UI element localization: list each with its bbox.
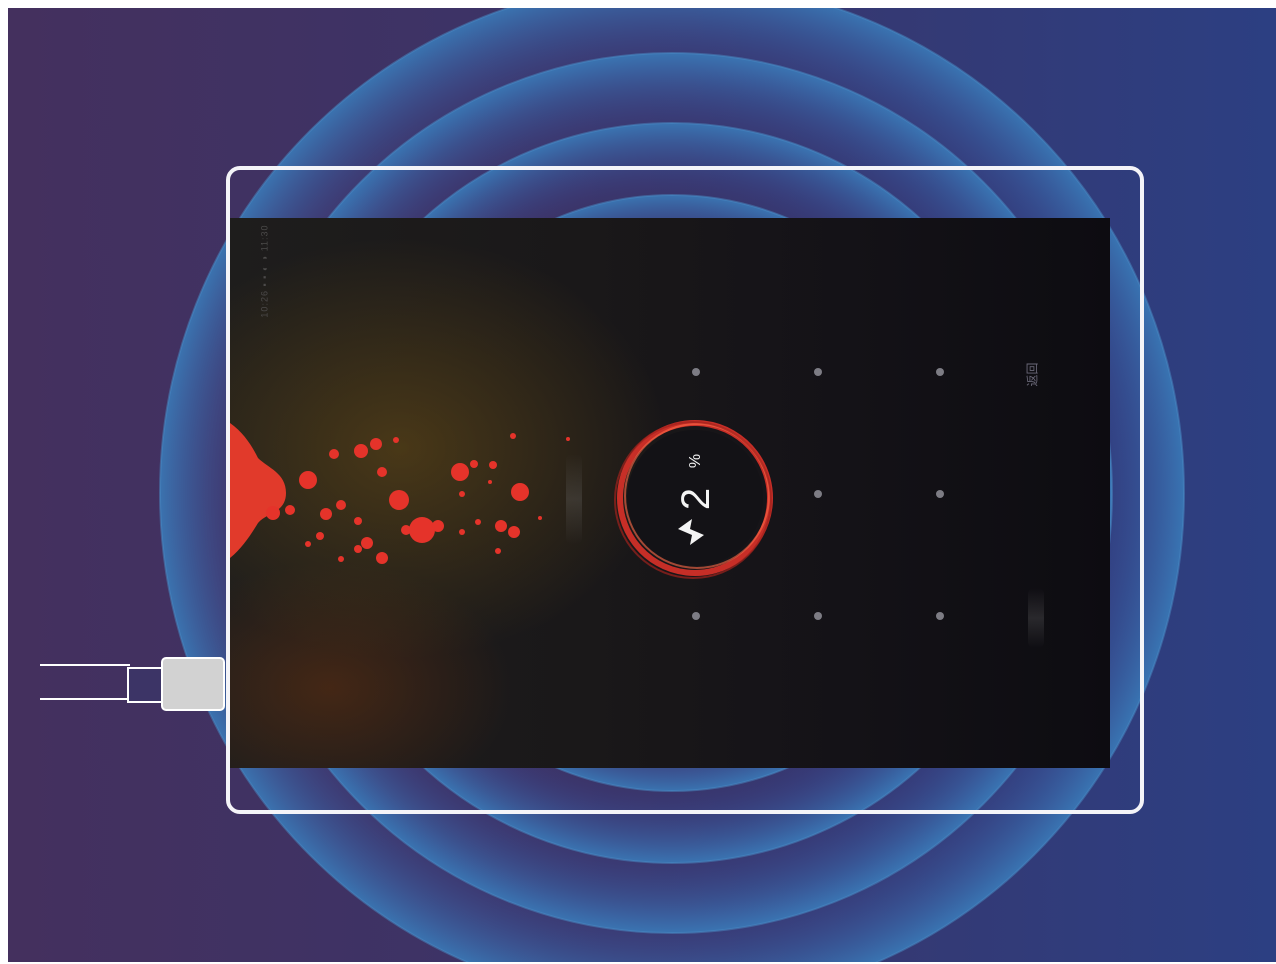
- pattern-dot[interactable]: [814, 368, 822, 376]
- blurred-button: [566, 454, 582, 544]
- liquid-blob: [230, 423, 286, 558]
- blurred-button: [1028, 588, 1044, 648]
- pattern-dot[interactable]: [692, 612, 700, 620]
- pattern-dot[interactable]: [936, 368, 944, 376]
- lightning-bolt-icon: [678, 519, 704, 545]
- lock-screen: 10:26 ▪ ▪ ◐ ◑ 11:30 % 2 返回: [230, 218, 1110, 768]
- pattern-dot[interactable]: [692, 368, 700, 376]
- pattern-dot[interactable]: [814, 612, 822, 620]
- battery-percent: 2: [674, 487, 719, 511]
- battery-indicator: % 2: [614, 420, 773, 579]
- pattern-dot[interactable]: [936, 490, 944, 498]
- back-button[interactable]: 返回: [1024, 362, 1041, 386]
- percent-sign: %: [687, 453, 705, 469]
- illustration-canvas: 10:26 ▪ ▪ ◐ ◑ 11:30 % 2 返回: [8, 8, 1276, 962]
- pattern-dot[interactable]: [814, 490, 822, 498]
- pattern-dot[interactable]: [936, 612, 944, 620]
